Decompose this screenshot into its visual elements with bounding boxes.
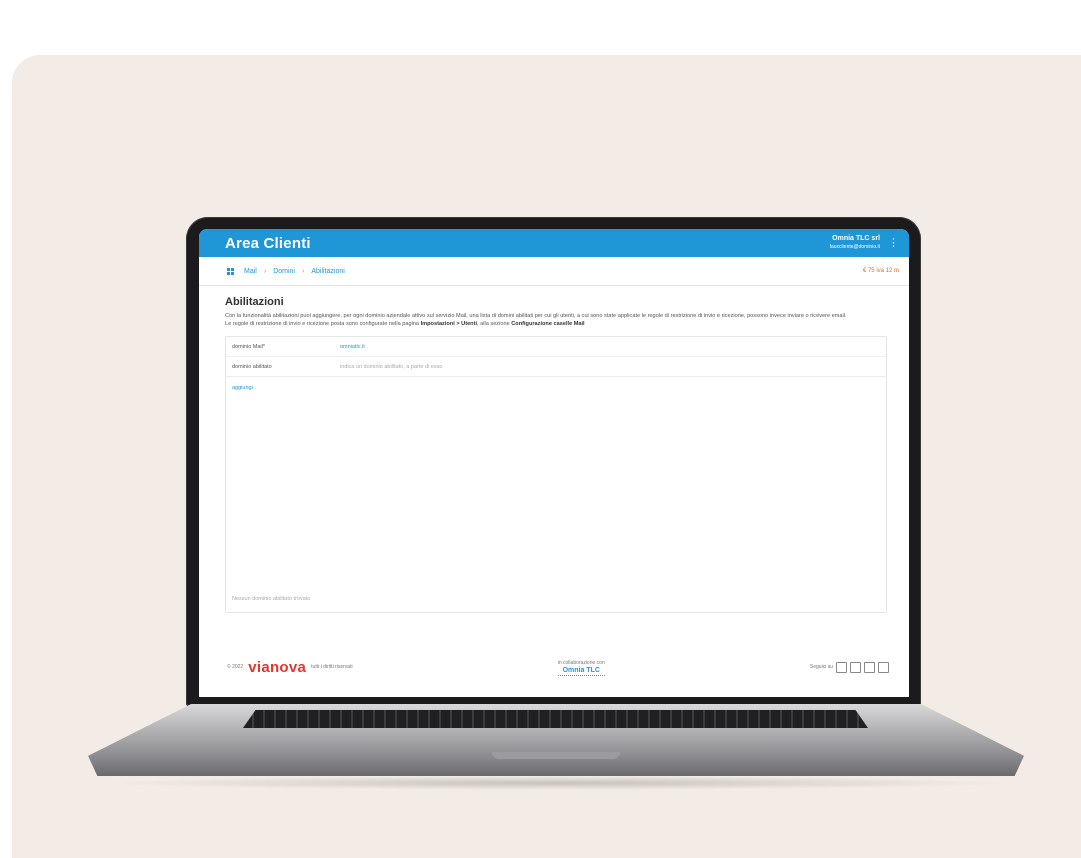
grid-icon[interactable] (227, 267, 234, 275)
footer-brand: © 2022 vianova tutti i diritti riservati (227, 659, 353, 676)
form-row-mail-domain: dominio Mail* omniatlc.it (226, 337, 886, 357)
description-prefix: Le regole di restrizione di invio e rice… (225, 321, 420, 327)
account-name: Omnia TLC srl (832, 235, 880, 242)
mail-domain-select[interactable]: omniatlc.it (340, 344, 365, 350)
twitter-icon[interactable] (863, 661, 875, 673)
account-area[interactable]: Omnia TLC srl fauxcliente@dominio.it ⋮ (830, 235, 899, 251)
kebab-menu-icon[interactable]: ⋮ (888, 237, 899, 249)
chevron-right-icon: › (263, 267, 267, 275)
credit-balance: € 75 iva 12 m (862, 268, 899, 274)
linkedin-icon[interactable] (835, 661, 847, 673)
enabled-domain-input[interactable]: indica un dominio abilitato, a parte di … (340, 364, 442, 370)
form-row-enabled-domain: dominio abilitato indica un dominio abil… (226, 357, 886, 377)
page-title: Abilitazioni (225, 296, 284, 308)
chevron-right-icon: › (301, 267, 305, 275)
breadcrumb-abilitazioni: Abilitazioni (311, 267, 345, 275)
description-middle: , alla sezione (477, 321, 510, 327)
mail-boxes-config-link[interactable]: Configurazione caselle Mail (511, 321, 584, 327)
laptop-keyboard (243, 710, 868, 728)
app-header: Area Clienti Omnia TLC srl fauxcliente@d… (199, 229, 909, 257)
laptop-screen: Area Clienti Omnia TLC srl fauxcliente@d… (199, 229, 909, 697)
page-footer: © 2022 vianova tutti i diritti riservati… (199, 637, 909, 697)
follow-label: Seguici su (809, 664, 833, 670)
description-line-2: Le regole di restrizione di invio e rice… (225, 320, 889, 328)
page-description: Con la funzionalità abilitazioni puoi ag… (225, 312, 889, 328)
settings-users-link[interactable]: Impostazioni > Utenti (421, 321, 477, 327)
vianova-logo[interactable]: vianova (248, 659, 306, 676)
description-line-1: Con la funzionalità abilitazioni puoi ag… (225, 313, 847, 319)
breadcrumb: Mail › Domini › Abilitazioni (227, 267, 345, 275)
laptop-shadow (100, 776, 1012, 790)
account-email: fauxcliente@dominio.it (829, 244, 880, 250)
enabled-domains-panel: dominio Mail* omniatlc.it dominio abilit… (225, 336, 887, 613)
omnia-tlc-logo[interactable]: Omnia TLC (557, 667, 605, 676)
social-links: Seguici su (809, 661, 889, 673)
copyright-text: © 2022 (227, 664, 244, 670)
main-content: Abilitazioni Con la funzionalità abilita… (199, 286, 909, 613)
account-info[interactable]: Omnia TLC srl fauxcliente@dominio.it (830, 235, 880, 251)
laptop-notch (492, 752, 620, 759)
facebook-icon[interactable] (849, 661, 861, 673)
mail-domain-label: dominio Mail* (232, 343, 266, 350)
breadcrumb-bar: Mail › Domini › Abilitazioni € 75 iva 12… (199, 257, 909, 286)
enabled-domain-label: dominio abilitato (232, 363, 272, 370)
app-title[interactable]: Area Clienti (225, 235, 311, 252)
youtube-icon[interactable] (877, 661, 889, 673)
breadcrumb-mail[interactable]: Mail (244, 268, 257, 275)
empty-state-message: Nessun dominio abilitato trovato (232, 596, 311, 602)
collaboration-block: in collaborazione con Omnia TLC (557, 659, 605, 676)
collab-label: in collaborazione con (557, 659, 605, 666)
rights-text: tutti i diritti riservati (311, 664, 353, 670)
add-domain-link[interactable]: aggiungi (226, 377, 886, 399)
breadcrumb-domini[interactable]: Domini (273, 268, 295, 275)
